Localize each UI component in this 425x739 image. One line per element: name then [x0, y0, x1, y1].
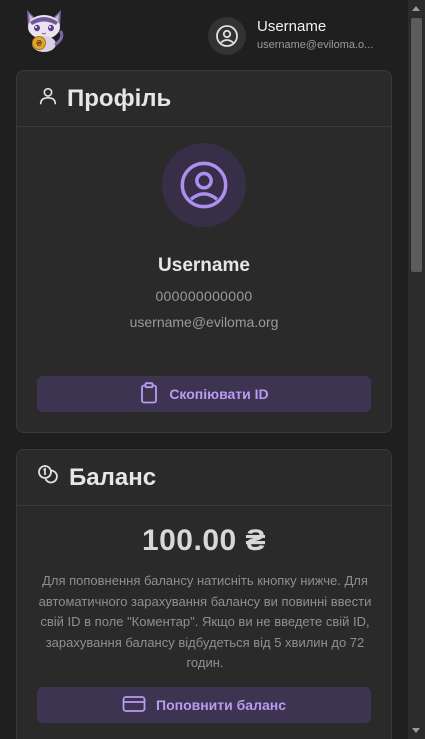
header-email: username@eviloma.o... [257, 39, 374, 51]
copy-id-button[interactable]: Скопіювати ID [37, 376, 371, 412]
profile-email: username@eviloma.org [129, 314, 279, 330]
user-circle-icon [208, 17, 246, 55]
profile-card-header: Профіль [17, 71, 391, 127]
topup-balance-button[interactable]: Поповнити баланс [37, 687, 371, 723]
user-icon [37, 85, 59, 112]
logo-cat-icon[interactable]: ₴ [22, 8, 66, 52]
profile-username: Username [158, 255, 250, 276]
topup-label: Поповнити баланс [156, 697, 286, 713]
page-scrollbar[interactable] [408, 0, 425, 739]
header: ₴ Username username@eviloma.o... [0, 0, 408, 68]
balance-description: Для поповнення балансу натисніть кнопку … [38, 573, 372, 670]
clipboard-icon [139, 381, 159, 407]
profile-id: 000000000000 [155, 288, 253, 304]
copy-id-label: Скопіювати ID [169, 386, 269, 402]
coins-icon [37, 464, 61, 491]
scroll-up-icon[interactable] [412, 6, 420, 11]
balance-card: Баланс 100.00 ₴ Для поповнення балансу н… [16, 449, 392, 739]
scroll-down-icon[interactable] [412, 728, 420, 733]
profile-title: Профіль [67, 84, 172, 112]
profile-avatar-icon [162, 143, 246, 227]
svg-text:₴: ₴ [36, 39, 43, 48]
balance-card-header: Баланс [17, 450, 391, 506]
balance-title: Баланс [69, 463, 157, 491]
scroll-thumb[interactable] [411, 18, 422, 272]
balance-amount: 100.00 ₴ [141, 524, 267, 557]
credit-card-icon [122, 695, 146, 716]
user-menu[interactable]: Username username@eviloma.o... [208, 16, 398, 56]
header-username: Username [257, 21, 327, 35]
profile-card: Профіль Username 000000000000 username@e… [16, 70, 392, 433]
